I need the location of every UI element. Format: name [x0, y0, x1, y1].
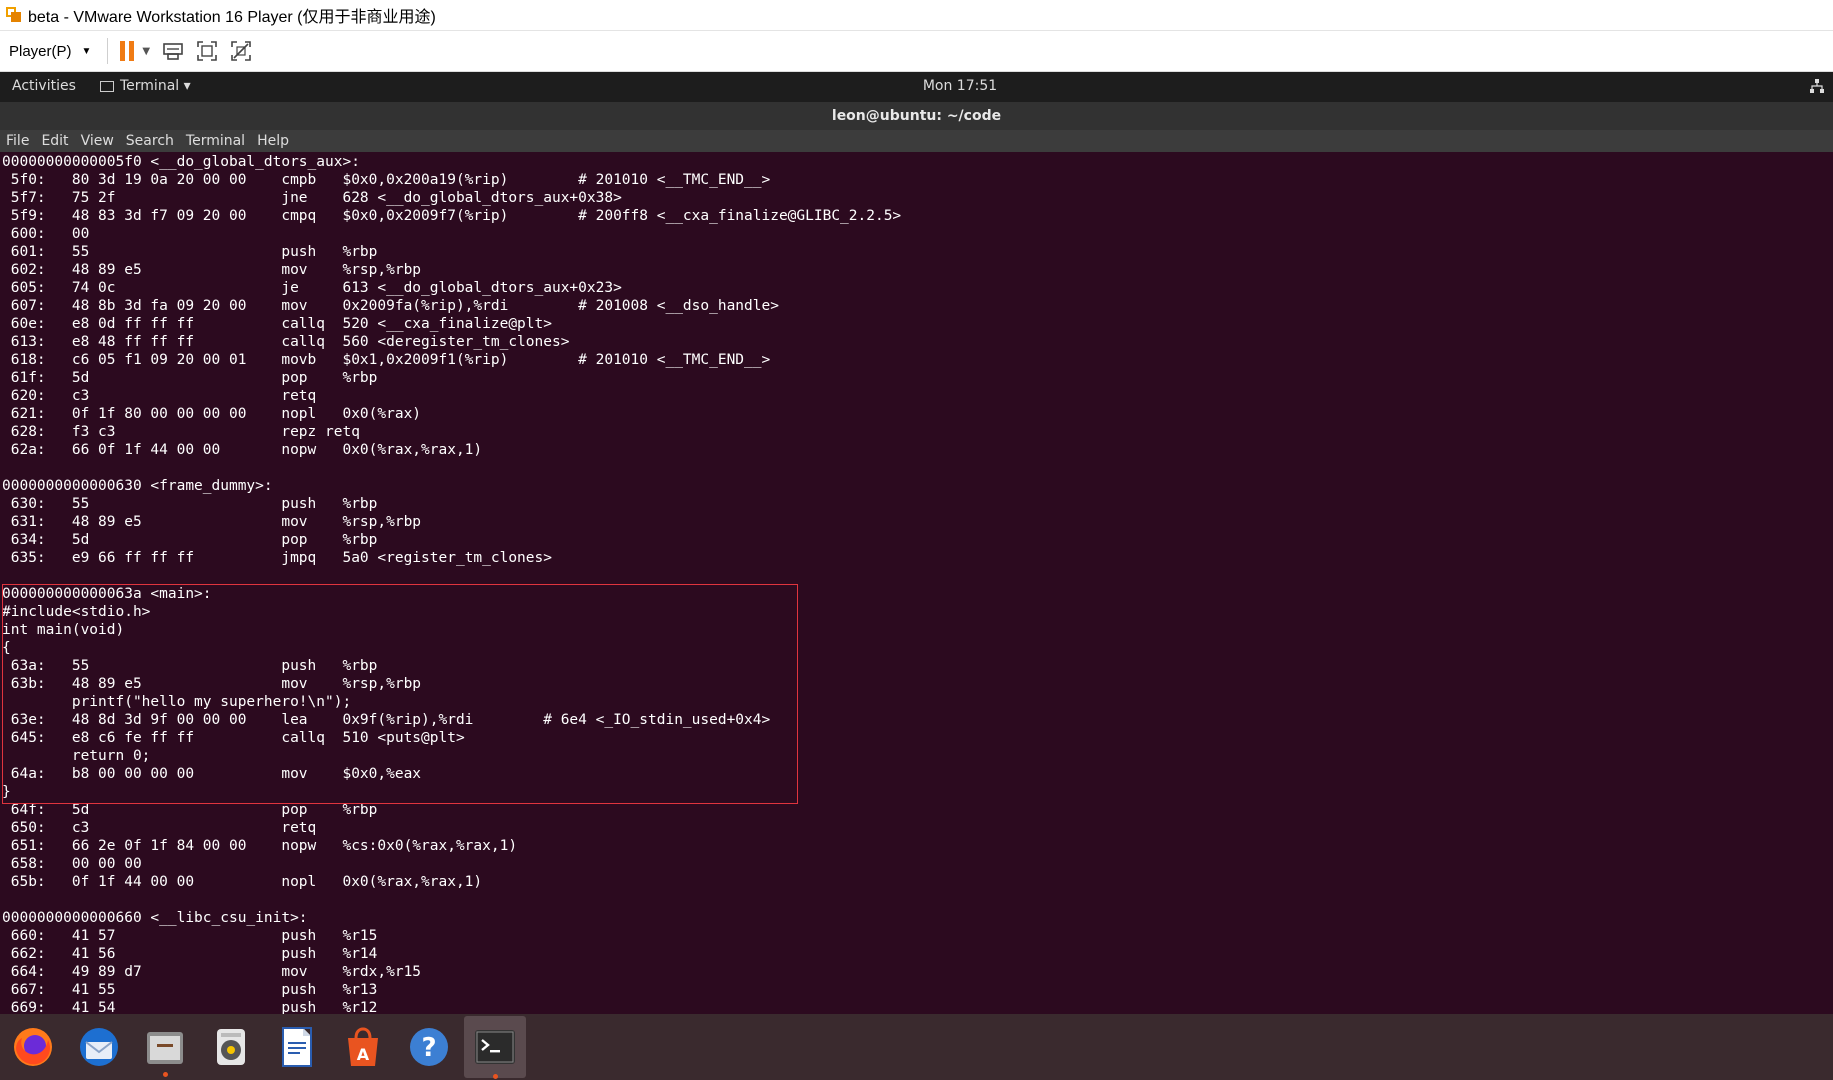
vmware-toolbar: Player(P) ▼ ▼ [0, 31, 1833, 72]
terminal-running-dot [493, 1074, 498, 1079]
terminal-line: printf("hello my superhero!\n"); [2, 694, 352, 710]
firefox-icon[interactable] [8, 1022, 58, 1072]
pause-dropdown-chevron-icon[interactable]: ▼ [142, 46, 150, 57]
vmware-logo-icon [6, 7, 22, 23]
terminal-line: return 0; [2, 748, 151, 764]
terminal-window-title: leon@ubuntu: ~/code [0, 102, 1833, 130]
menu-view[interactable]: View [81, 133, 114, 149]
terminal-line: 618: c6 05 f1 09 20 00 01 movb $0x1,0x20… [2, 352, 771, 368]
terminal-line: 5f9: 48 83 3d f7 09 20 00 cmpq $0x0,0x20… [2, 208, 902, 224]
terminal-icon[interactable] [470, 1022, 520, 1072]
terminal-output[interactable]: 00000000000005f0 <__do_global_dtors_aux>… [0, 152, 1833, 1014]
terminal-line: 620: c3 retq [2, 388, 317, 404]
terminal-line: 5f7: 75 2f jne 628 <__do_global_dtors_au… [2, 190, 622, 206]
terminal-line: 600: 00 [2, 226, 90, 242]
menu-help[interactable]: Help [257, 133, 289, 149]
terminal-line: 000000000000063a <main>: [2, 586, 212, 602]
terminal-line: 63e: 48 8d 3d 9f 00 00 00 lea 0x9f(%rip)… [2, 712, 771, 728]
rhythmbox-icon[interactable] [206, 1022, 256, 1072]
libreoffice-writer-icon[interactable] [272, 1022, 322, 1072]
terminal-line: 64a: b8 00 00 00 00 mov $0x0,%eax [2, 766, 422, 782]
terminal-line: 662: 41 56 push %r14 [2, 946, 378, 962]
svg-text:A: A [357, 1045, 370, 1064]
files-running-dot [163, 1072, 168, 1077]
terminal-line: 667: 41 55 push %r13 [2, 982, 378, 998]
window-title: beta - VMware Workstation 16 Player (仅用于… [28, 9, 436, 26]
terminal-line: int main(void) [2, 622, 125, 638]
terminal-line: 5f0: 80 3d 19 0a 20 00 00 cmpb $0x0,0x20… [2, 172, 771, 188]
send-ctrl-alt-del-icon[interactable] [160, 38, 186, 64]
terminal-line: 62a: 66 0f 1f 44 00 00 nopw 0x0(%rax,%ra… [2, 442, 483, 458]
network-icon[interactable] [1809, 78, 1825, 98]
player-menu-label: Player(P) [9, 42, 72, 60]
fullscreen-icon[interactable] [194, 38, 220, 64]
terminal-line: 602: 48 89 e5 mov %rsp,%rbp [2, 262, 422, 278]
terminal-line: { [2, 640, 11, 656]
terminal-line: 601: 55 push %rbp [2, 244, 378, 260]
terminal-line: 0000000000000630 <frame_dummy>: [2, 478, 273, 494]
files-icon[interactable] [140, 1022, 190, 1072]
terminal-line: 634: 5d pop %rbp [2, 532, 378, 548]
menu-search[interactable]: Search [126, 133, 174, 149]
terminal-line: 645: e8 c6 fe ff ff callq 510 <puts@plt> [2, 730, 465, 746]
terminal-line: 635: e9 66 ff ff ff jmpq 5a0 <register_t… [2, 550, 552, 566]
pause-icon[interactable] [120, 41, 135, 61]
terminal-line: 65b: 0f 1f 44 00 00 nopl 0x0(%rax,%rax,1… [2, 874, 483, 890]
menu-edit[interactable]: Edit [41, 133, 68, 149]
terminal-menu-bar: File Edit View Search Terminal Help [0, 130, 1833, 152]
menu-file[interactable]: File [6, 133, 29, 149]
clock[interactable]: Mon 17:51 [0, 78, 1833, 94]
terminal-line: 630: 55 push %rbp [2, 496, 378, 512]
toolbar-divider [107, 38, 109, 64]
terminal-line: 63b: 48 89 e5 mov %rsp,%rbp [2, 676, 422, 692]
terminal-line: 650: c3 retq [2, 820, 317, 836]
terminal-line: 621: 0f 1f 80 00 00 00 00 nopl 0x0(%rax) [2, 406, 422, 422]
ubuntu-top-bar: Activities Terminal ▾ Mon 17:51 [0, 72, 1833, 102]
thunderbird-icon[interactable] [74, 1022, 124, 1072]
terminal-line: 660: 41 57 push %r15 [2, 928, 378, 944]
chevron-down-icon: ▼ [81, 45, 92, 57]
terminal-line: } [2, 784, 11, 800]
terminal-line: 631: 48 89 e5 mov %rsp,%rbp [2, 514, 422, 530]
terminal-line: 664: 49 89 d7 mov %rdx,%r15 [2, 964, 422, 980]
terminal-line: 607: 48 8b 3d fa 09 20 00 mov 0x2009fa(%… [2, 298, 779, 314]
unity-icon[interactable] [228, 38, 254, 64]
terminal-line: 63a: 55 push %rbp [2, 658, 378, 674]
terminal-line: 669: 41 54 push %r12 [2, 1000, 378, 1014]
terminal-line: 0000000000000660 <__libc_csu_init>: [2, 910, 308, 926]
software-center-icon[interactable]: A [338, 1022, 388, 1072]
player-menu-button[interactable]: Player(P) ▼ [9, 43, 91, 60]
help-icon[interactable]: ? [404, 1022, 454, 1072]
svg-text:?: ? [421, 1033, 436, 1063]
terminal-line: 61f: 5d pop %rbp [2, 370, 378, 386]
vmware-title-bar: beta - VMware Workstation 16 Player (仅用于… [0, 0, 1833, 31]
terminal-line: 64f: 5d pop %rbp [2, 802, 378, 818]
terminal-line: 658: 00 00 00 [2, 856, 142, 872]
ubuntu-dock: A ? [0, 1014, 1833, 1080]
terminal-line: 60e: e8 0d ff ff ff callq 520 <__cxa_fin… [2, 316, 552, 332]
terminal-line: 651: 66 2e 0f 1f 84 00 00 nopw %cs:0x0(%… [2, 838, 518, 854]
terminal-line: 605: 74 0c je 613 <__do_global_dtors_aux… [2, 280, 622, 296]
terminal-line: 00000000000005f0 <__do_global_dtors_aux>… [2, 154, 360, 170]
terminal-line: 628: f3 c3 repz retq [2, 424, 360, 440]
menu-terminal[interactable]: Terminal [186, 133, 245, 149]
terminal-line: 613: e8 48 ff ff ff callq 560 <deregiste… [2, 334, 570, 350]
terminal-line: #include<stdio.h> [2, 604, 151, 620]
